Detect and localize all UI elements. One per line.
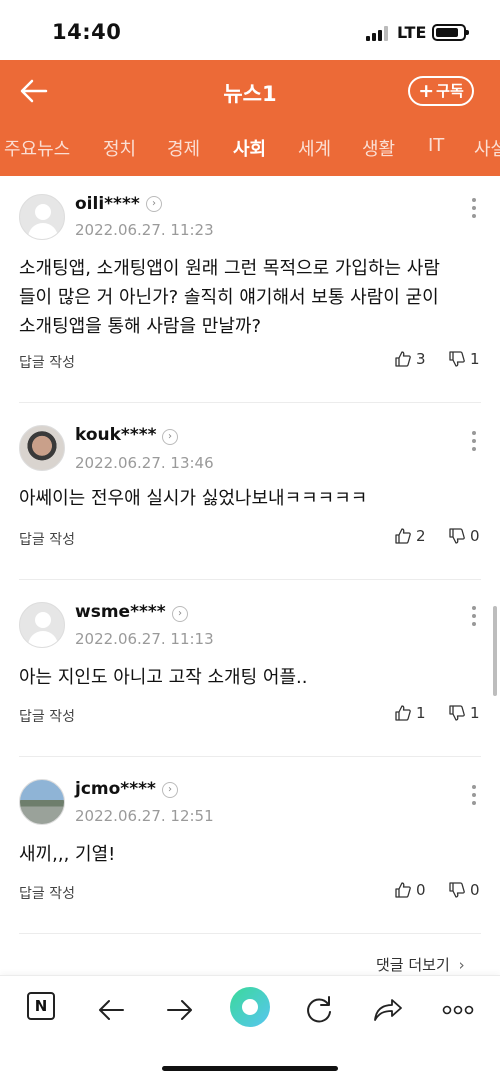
comment-date: 2022.06.27. 13:46 [75, 454, 214, 472]
tab-politics[interactable]: 정치 [103, 135, 136, 161]
tab-economy[interactable]: 경제 [167, 135, 200, 161]
comment-date: 2022.06.27. 11:23 [75, 221, 214, 239]
reply-button[interactable]: 답글 작성 [19, 706, 75, 726]
more-comments-label: 댓글 더보기 [376, 956, 450, 974]
tab-it[interactable]: IT [428, 135, 444, 156]
more-comments-link[interactable]: 댓글 더보기 › [376, 954, 465, 975]
subscribe-label: 구독 [436, 82, 464, 100]
like-count: 2 [416, 527, 426, 545]
dislike-button[interactable]: 0 [448, 527, 480, 545]
avatar[interactable] [19, 779, 65, 825]
more-menu-icon[interactable] [438, 990, 478, 1030]
comment-line: 아는 지인도 아니고 고작 소개팅 어플.. [19, 667, 308, 688]
home-indicator [162, 1066, 338, 1071]
like-button[interactable]: 1 [394, 704, 426, 722]
divider [19, 402, 481, 403]
category-tabs: 주요뉴스 정치 경제 사회 세계 생활 IT 사설 [0, 122, 500, 176]
naver-home-button[interactable]: N [27, 992, 55, 1020]
subscribe-button[interactable]: + 구독 [408, 76, 474, 106]
chevron-right-icon[interactable]: › [172, 606, 188, 622]
comment-username[interactable]: oili**** [75, 194, 140, 214]
refresh-icon[interactable] [299, 990, 339, 1030]
comment-username[interactable]: wsme**** [75, 602, 166, 622]
scrollbar[interactable] [493, 606, 497, 696]
like-button[interactable]: 2 [394, 527, 426, 545]
more-options-icon[interactable] [468, 606, 480, 628]
like-count: 0 [416, 881, 426, 899]
avatar[interactable] [19, 425, 65, 471]
chevron-right-icon[interactable]: › [162, 782, 178, 798]
comment-text: 새끼,,, 기열! [19, 840, 481, 869]
thumbs-down-icon [449, 882, 465, 898]
like-button[interactable]: 0 [394, 881, 426, 899]
thumbs-down-icon [449, 705, 465, 721]
like-button[interactable]: 3 [394, 350, 426, 368]
back-icon[interactable] [91, 990, 131, 1030]
like-count: 3 [416, 350, 426, 368]
status-bar: 14:40 LTE [0, 0, 500, 60]
reply-button[interactable]: 답글 작성 [19, 529, 75, 549]
reply-button[interactable]: 답글 작성 [19, 352, 75, 372]
plus-icon: + [418, 80, 435, 102]
tab-editorial[interactable]: 사설 [474, 135, 500, 161]
dislike-count: 0 [470, 527, 480, 545]
chevron-right-icon[interactable]: › [146, 196, 162, 212]
comment-line: 새끼,,, 기열! [19, 844, 116, 865]
avatar[interactable] [19, 602, 65, 648]
thumbs-up-icon [395, 705, 411, 721]
chevron-right-icon: › [458, 956, 465, 974]
comment-text: 아쎄이는 전우애 실시가 싫었나보내ㅋㅋㅋㅋㅋ [19, 484, 481, 513]
divider [19, 933, 481, 934]
thumbs-up-icon [395, 882, 411, 898]
comment-line: 소개팅앱을 통해 사람을 만날까? [19, 316, 261, 337]
comment-date: 2022.06.27. 11:13 [75, 630, 214, 648]
dislike-count: 1 [470, 704, 480, 722]
status-time: 14:40 [52, 20, 122, 44]
comment-text: 아는 지인도 아니고 고작 소개팅 어플.. [19, 663, 481, 692]
like-count: 1 [416, 704, 426, 722]
battery-icon [432, 24, 469, 41]
dislike-button[interactable]: 0 [448, 881, 480, 899]
thumbs-down-icon [449, 351, 465, 367]
dislike-button[interactable]: 1 [448, 350, 480, 368]
chevron-right-icon[interactable]: › [162, 429, 178, 445]
thumbs-up-icon [395, 351, 411, 367]
thumbs-down-icon [449, 528, 465, 544]
more-options-icon[interactable] [468, 785, 480, 807]
forward-icon[interactable] [160, 990, 200, 1030]
signal-icon [366, 26, 390, 41]
divider [19, 756, 481, 757]
reply-button[interactable]: 답글 작성 [19, 883, 75, 903]
network-label: LTE [397, 23, 427, 42]
app-header: 뉴스1 + 구독 [0, 60, 500, 122]
tab-society[interactable]: 사회 [233, 135, 266, 161]
more-options-icon[interactable] [468, 198, 480, 220]
avatar[interactable] [19, 194, 65, 240]
comment-username[interactable]: kouk**** [75, 425, 157, 445]
comment-line: 아쎄이는 전우애 실시가 싫었나보내ㅋㅋㅋㅋㅋ [19, 488, 368, 509]
comment-line: 소개팅앱, 소개팅앱이 원래 그런 목적으로 가입하는 사람 [19, 258, 440, 279]
share-icon[interactable] [368, 990, 408, 1030]
dislike-button[interactable]: 1 [448, 704, 480, 722]
green-dot-button[interactable] [230, 987, 270, 1027]
tab-main-news[interactable]: 주요뉴스 [4, 135, 70, 161]
more-options-icon[interactable] [468, 431, 480, 453]
tab-world[interactable]: 세계 [298, 135, 331, 161]
comment-username[interactable]: jcmo**** [75, 779, 156, 799]
comment-line: 들이 많은 거 아닌가? 솔직히 얘기해서 보통 사람이 굳이 [19, 287, 439, 308]
comment-text: 소개팅앱, 소개팅앱이 원래 그런 목적으로 가입하는 사람 들이 많은 거 아… [19, 254, 481, 341]
dislike-count: 1 [470, 350, 480, 368]
comment-date: 2022.06.27. 12:51 [75, 807, 214, 825]
tab-life[interactable]: 생활 [362, 135, 395, 161]
dislike-count: 0 [470, 881, 480, 899]
thumbs-up-icon [395, 528, 411, 544]
divider [19, 579, 481, 580]
